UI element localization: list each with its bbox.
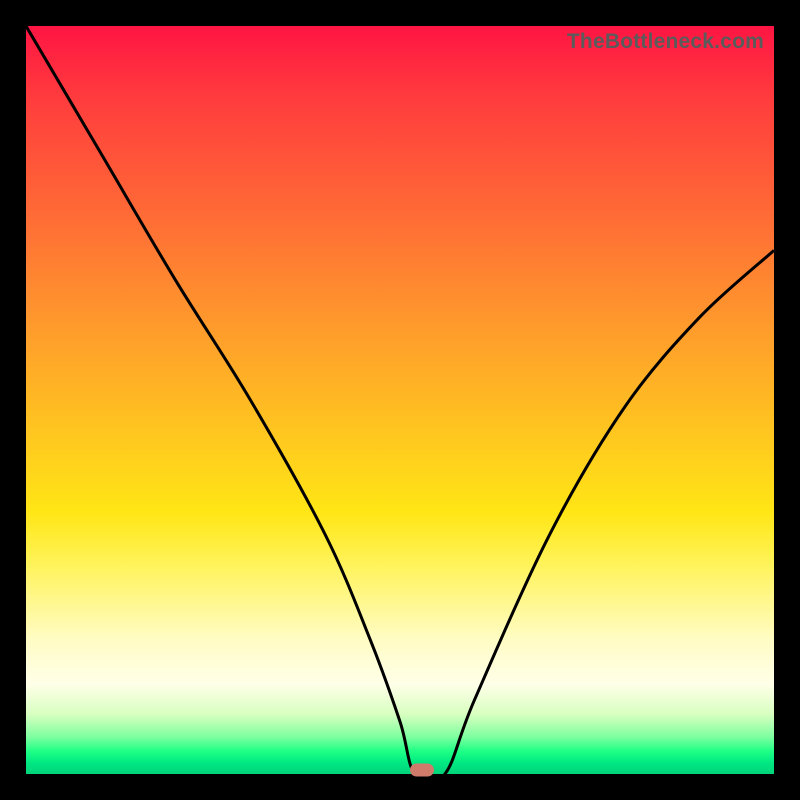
bottleneck-curve: [26, 26, 774, 774]
optimal-marker: [410, 764, 434, 777]
plot-area: TheBottleneck.com: [26, 26, 774, 774]
curve-path: [26, 26, 774, 774]
